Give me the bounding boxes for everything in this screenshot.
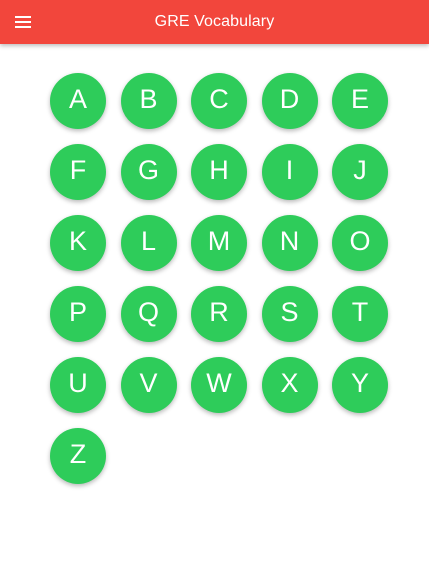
letter-button-t[interactable]: T — [332, 286, 388, 342]
letter-button-j[interactable]: J — [332, 144, 388, 200]
hamburger-menu-icon — [15, 16, 31, 28]
app-title: GRE Vocabulary — [154, 13, 275, 30]
letter-button-r[interactable]: R — [191, 286, 247, 342]
menu-button[interactable] — [8, 7, 38, 37]
letter-button-k[interactable]: K — [50, 215, 106, 271]
letter-button-o[interactable]: O — [332, 215, 388, 271]
letter-button-z[interactable]: Z — [50, 428, 106, 484]
letter-button-q[interactable]: Q — [120, 286, 177, 342]
letter-button-i[interactable]: I — [261, 144, 318, 200]
letter-button-p[interactable]: P — [50, 286, 106, 342]
letter-button-s[interactable]: S — [261, 286, 318, 342]
letter-button-n[interactable]: N — [261, 215, 318, 271]
letter-button-a[interactable]: A — [50, 73, 106, 129]
letter-button-x[interactable]: X — [261, 357, 318, 413]
letter-button-l[interactable]: L — [120, 215, 177, 271]
letter-button-c[interactable]: C — [191, 73, 247, 129]
letter-button-b[interactable]: B — [120, 73, 177, 129]
letter-button-v[interactable]: V — [120, 357, 177, 413]
letter-button-u[interactable]: U — [50, 357, 106, 413]
letter-button-m[interactable]: M — [191, 215, 247, 271]
letter-button-g[interactable]: G — [120, 144, 177, 200]
letter-button-y[interactable]: Y — [332, 357, 388, 413]
letter-button-d[interactable]: D — [261, 73, 318, 129]
letter-button-f[interactable]: F — [50, 144, 106, 200]
letter-button-h[interactable]: H — [191, 144, 247, 200]
letter-grid: ABCDE FGHIJ KLMNO PQRST UVWXY Z — [50, 73, 388, 484]
app-bar: GRE Vocabulary — [0, 0, 429, 44]
letter-button-w[interactable]: W — [191, 357, 247, 413]
letter-button-e[interactable]: E — [332, 73, 388, 129]
